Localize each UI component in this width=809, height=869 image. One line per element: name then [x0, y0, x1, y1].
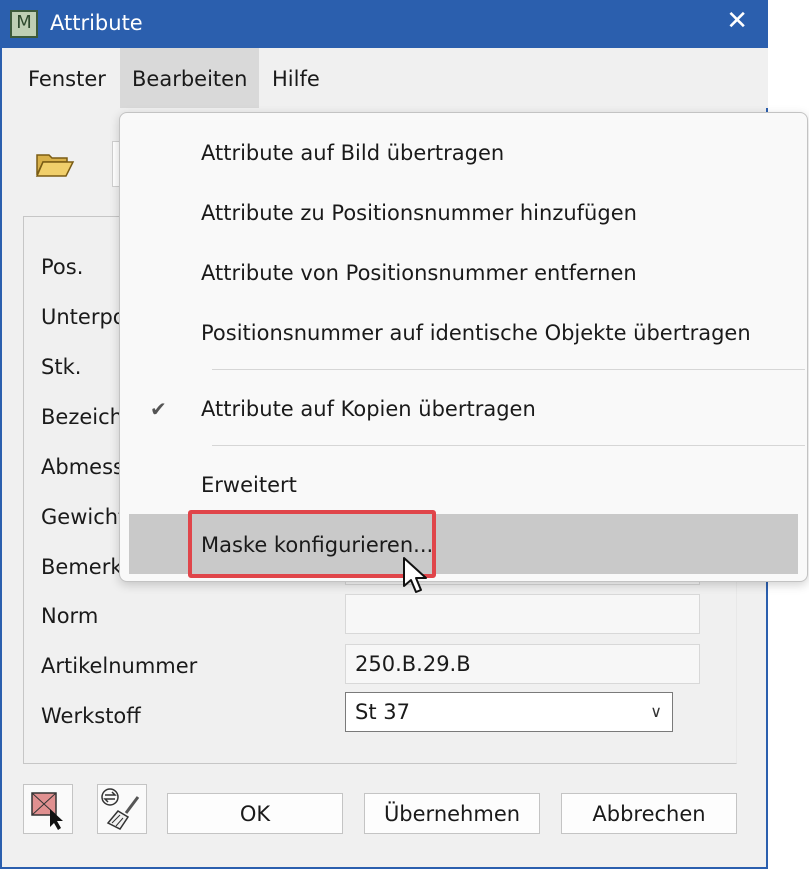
menu-item-erweitert[interactable]: Erweitert	[201, 473, 297, 497]
label-artikelnummer: Artikelnummer	[41, 654, 198, 678]
werkstoff-value: St 37	[355, 700, 410, 724]
cancel-button[interactable]: Abbrechen	[561, 793, 737, 834]
menu-item-remove-from-position[interactable]: Attribute von Positionsnummer entfernen	[201, 261, 637, 285]
norm-input[interactable]	[345, 594, 700, 634]
label-gewicht: Gewicht	[41, 505, 127, 529]
menu-item-transfer-identical[interactable]: Positionsnummer auf identische Objekte ü…	[201, 321, 751, 345]
highlight-annotation	[188, 510, 436, 578]
checkmark-icon: ✔	[150, 397, 167, 421]
close-button[interactable]: ✕	[726, 6, 748, 36]
app-icon: M	[10, 10, 38, 38]
menu-separator	[212, 445, 805, 446]
folder-open-icon[interactable]	[35, 151, 75, 179]
menu-item-transfer-to-copies[interactable]: Attribute auf Kopien übertragen	[201, 397, 536, 421]
werkstoff-select[interactable]: St 37 ∨	[345, 692, 673, 732]
label-bezeichnung: Bezeich	[41, 405, 123, 429]
pick-cursor-icon	[31, 792, 63, 830]
label-abmessung: Abmess	[41, 455, 124, 479]
menu-separator	[212, 369, 805, 370]
title-bar[interactable]: M Attribute ✕	[2, 0, 768, 48]
window-title: Attribute	[50, 11, 143, 35]
artikelnummer-input[interactable]: 250.B.29.B	[345, 644, 700, 684]
mouse-pointer-icon	[403, 557, 427, 593]
menu-hilfe[interactable]: Hilfe	[260, 48, 332, 108]
menu-bearbeiten[interactable]: Bearbeiten	[120, 48, 260, 108]
menu-fenster[interactable]: Fenster	[16, 48, 118, 108]
ok-button[interactable]: OK	[167, 793, 343, 834]
label-norm: Norm	[41, 604, 99, 628]
label-werkstoff: Werkstoff	[41, 704, 141, 728]
menu-item-add-to-position[interactable]: Attribute zu Positionsnummer hinzufügen	[201, 201, 637, 225]
apply-button[interactable]: Übernehmen	[364, 793, 540, 834]
menu-item-transfer-to-image[interactable]: Attribute auf Bild übertragen	[201, 141, 504, 165]
label-stk: Stk.	[41, 355, 82, 379]
transfer-clean-button[interactable]	[97, 784, 147, 834]
label-pos: Pos.	[41, 255, 84, 279]
pick-attributes-button[interactable]	[23, 784, 73, 834]
label-bemerkung: Bemerk	[41, 555, 123, 579]
chevron-down-icon[interactable]: ∨	[650, 693, 662, 731]
broom-transfer-icon	[101, 788, 140, 830]
menu-bar: Fenster Bearbeiten Hilfe	[2, 48, 768, 108]
